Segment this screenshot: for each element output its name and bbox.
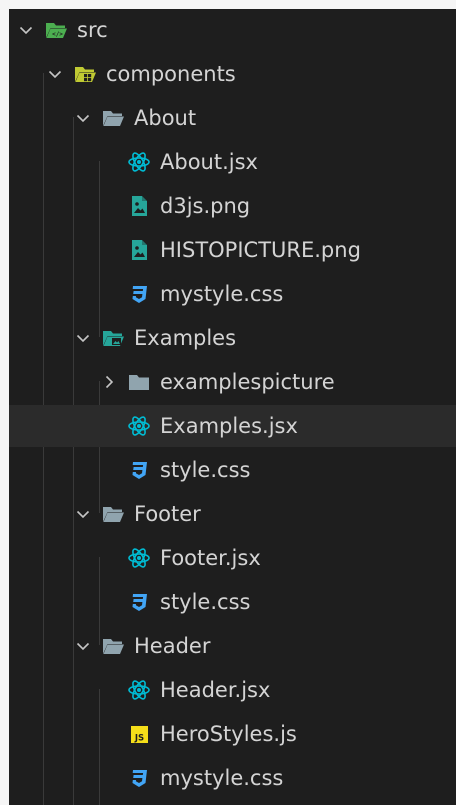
file-label: mystyle.css <box>160 766 284 790</box>
react-icon <box>126 546 151 571</box>
folder-open-icon <box>100 502 125 527</box>
folder-label: examplespicture <box>160 370 335 394</box>
chevron-down-icon[interactable] <box>17 21 35 39</box>
folder-row[interactable]: Footer <box>9 493 456 535</box>
svg-text:JS: JS <box>133 734 143 744</box>
folder-label: Examples <box>134 326 237 350</box>
react-icon <box>126 414 151 439</box>
folder-open-icon <box>100 106 125 131</box>
file-row[interactable]: style.css <box>9 581 456 623</box>
chevron-down-icon[interactable] <box>74 109 92 127</box>
file-row[interactable]: About.jsx <box>9 141 456 183</box>
folder-row[interactable]: components <box>9 53 456 95</box>
file-row[interactable]: mystyle.css <box>9 757 456 799</box>
file-label: About.jsx <box>160 150 258 174</box>
file-label: HISTOPICTURE.png <box>160 238 361 262</box>
file-label: style.css <box>160 458 251 482</box>
file-label: style.css <box>160 590 251 614</box>
images-folder-open-icon <box>100 326 125 351</box>
file-row[interactable]: Header.jsx <box>9 669 456 711</box>
file-label: Footer.jsx <box>160 546 261 570</box>
file-row[interactable]: Footer.jsx <box>9 537 456 579</box>
file-label: d3js.png <box>160 194 251 218</box>
chevron-right-icon[interactable] <box>100 373 118 391</box>
react-icon <box>126 150 151 175</box>
chevron-down-icon[interactable] <box>46 65 64 83</box>
chevron-down-icon[interactable] <box>74 329 92 347</box>
css-icon <box>126 458 151 483</box>
file-row[interactable]: Examples.jsx <box>9 405 456 447</box>
folder-open-icon <box>100 634 125 659</box>
components-folder-open-icon <box>72 62 97 87</box>
folder-label: About <box>134 106 197 130</box>
file-row[interactable]: HISTOPICTURE.png <box>9 229 456 271</box>
folder-row[interactable]: About <box>9 97 456 139</box>
file-row[interactable]: style.css <box>9 449 456 491</box>
react-icon <box>126 678 151 703</box>
file-label: HeroStyles.js <box>160 722 297 746</box>
css-icon <box>126 590 151 615</box>
folder-label: components <box>106 62 236 86</box>
file-row[interactable]: mystyle.css <box>9 273 456 315</box>
image-file-icon <box>126 194 151 219</box>
css-icon <box>126 282 151 307</box>
svg-text:</>: </> <box>52 31 63 38</box>
image-file-icon <box>126 238 151 263</box>
file-label: mystyle.css <box>160 282 284 306</box>
folder-row[interactable]: examplespicture <box>9 361 456 403</box>
folder-row[interactable]: Header <box>9 625 456 667</box>
file-explorer-tree: </> src components About About.jsx d3js.… <box>9 9 456 805</box>
chevron-down-icon[interactable] <box>74 505 92 523</box>
folder-label: src <box>77 18 108 42</box>
css-icon <box>126 766 151 791</box>
file-label: Header.jsx <box>160 678 271 702</box>
folder-label: Footer <box>134 502 201 526</box>
file-row[interactable]: JS HeroStyles.js <box>9 713 456 755</box>
file-row[interactable]: d3js.png <box>9 185 456 227</box>
src-folder-open-icon: </> <box>43 18 68 43</box>
folder-row[interactable]: </> src <box>9 9 456 51</box>
folder-row[interactable]: Examples <box>9 317 456 359</box>
javascript-icon: JS <box>126 722 151 747</box>
folder-label: Header <box>134 634 211 658</box>
folder-closed-icon <box>126 370 151 395</box>
chevron-down-icon[interactable] <box>74 637 92 655</box>
file-label: Examples.jsx <box>160 414 298 438</box>
